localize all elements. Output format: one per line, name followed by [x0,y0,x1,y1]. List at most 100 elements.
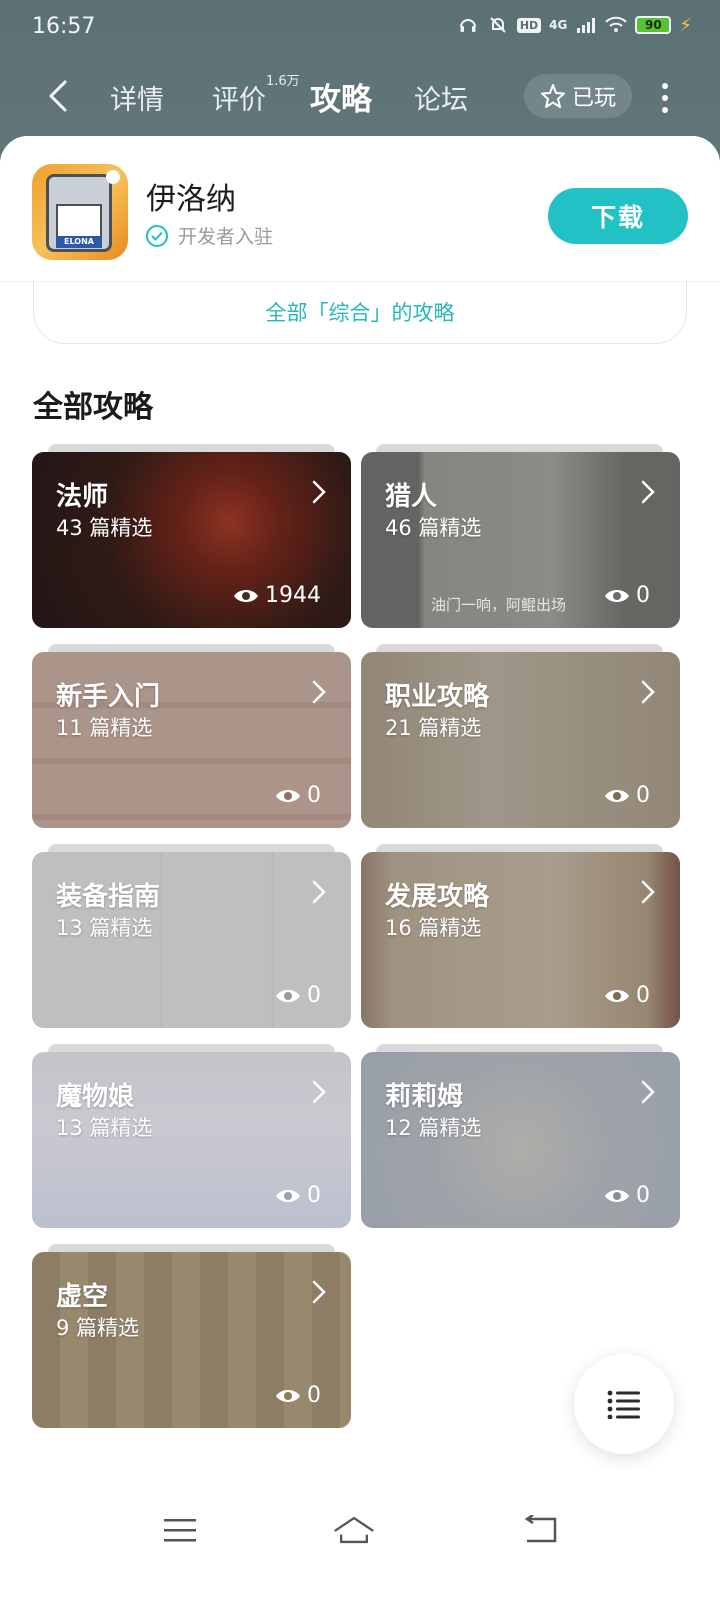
played-label: 已玩 [571,86,616,111]
top-nav: 详情 评价 1.6万 攻略 论坛 已玩 [0,60,720,136]
card-title: 莉莉姆 [385,1082,464,1112]
card-title: 法师 [56,482,109,512]
card-title: 职业攻略 [385,682,490,712]
card-views: 1944 [233,583,321,608]
back-button[interactable] [38,76,78,116]
guide-card-newbie[interactable]: 新手入门 11 篇精选 0 [32,652,351,828]
battery-indicator: 90 [635,16,672,34]
app-icon[interactable]: ELONA [32,164,128,260]
signal-icon [575,14,597,36]
card-views-count: 1944 [265,583,321,608]
app-name: 伊洛纳 [146,182,236,217]
played-button[interactable]: 已玩 [524,74,632,118]
eye-icon [605,989,629,1002]
card-views: 0 [275,1383,321,1408]
card-count: 11 篇精选 [56,716,153,740]
all-combined-guides-button[interactable]: 全部「综合」的攻略 [33,280,687,344]
developer-badge: 开发者入驻 [146,222,273,249]
tab-forum[interactable]: 论坛 [414,78,468,117]
download-button[interactable]: 下载 [548,188,688,244]
chevron-right-icon [307,478,331,506]
card-count: 9 篇精选 [56,1316,140,1340]
card-count: 12 篇精选 [385,1116,482,1140]
chevron-right-icon [307,878,331,906]
guide-card-hunter[interactable]: 油门一响，阿鲲出场 猎人 46 篇精选 0 [361,452,680,628]
card-count: 13 篇精选 [56,916,153,940]
card-views-count: 0 [307,1383,321,1408]
chevron-right-icon [636,678,660,706]
card-count: 16 篇精选 [385,916,482,940]
card-count: 13 篇精选 [56,1116,153,1140]
chevron-right-icon [307,1078,331,1106]
recent-apps-button[interactable] [158,1510,202,1550]
tab-details[interactable]: 详情 [110,78,164,117]
charging-icon: ⚡ [679,14,692,36]
app-icon-logo: ELONA [56,236,102,248]
eye-icon [605,789,629,802]
card-views-count: 0 [636,983,650,1008]
section-title: 全部攻略 [33,390,153,425]
reviews-count: 1.6万 [266,74,300,89]
card-title: 新手入门 [56,682,161,712]
headphones-icon [457,14,479,36]
tab-reviews[interactable]: 评价 [212,78,266,117]
card-views: 0 [604,783,650,808]
eye-icon [276,989,300,1002]
list-icon [607,1390,640,1419]
chevron-right-icon [307,1278,331,1306]
eye-icon [605,1189,629,1202]
home-button[interactable] [332,1510,376,1550]
guide-card-career[interactable]: 职业攻略 21 篇精选 0 [361,652,680,828]
chevron-right-icon [636,878,660,906]
app-header: ELONA 伊洛纳 开发者入驻 下载 [0,136,720,282]
chevron-right-icon [307,678,331,706]
tab-guides[interactable]: 攻略 [310,74,372,119]
dot-icon [662,95,668,101]
star-outline-icon [540,84,565,108]
dot-icon [662,107,668,113]
eye-icon [605,589,629,602]
card-views: 0 [604,1183,650,1208]
guide-card-equipment[interactable]: 装备指南 13 篇精选 0 [32,852,351,1028]
card-title: 发展攻略 [385,882,490,912]
back-nav-button[interactable] [518,1510,562,1550]
guide-card-mage[interactable]: 法师 43 篇精选 1944 [32,452,351,628]
eye-icon [276,789,300,802]
card-views: 0 [275,783,321,808]
hd-badge: HD [516,17,542,33]
eye-icon [276,1189,300,1202]
chevron-right-icon [636,1078,660,1106]
home-icon [334,1516,374,1544]
card-views: 0 [604,583,650,608]
wifi-icon [605,14,628,36]
guide-card-void[interactable]: 虚空 9 篇精选 0 [32,1252,351,1428]
eye-icon [276,1389,300,1402]
card-views: 0 [604,983,650,1008]
card-count: 21 篇精选 [385,716,482,740]
chevron-right-icon [636,478,660,506]
card-views: 0 [275,1183,321,1208]
check-circle-icon [146,224,168,247]
dot-icon [662,83,668,89]
eye-icon [234,589,258,602]
card-title: 猎人 [385,482,438,512]
card-views-count: 0 [307,983,321,1008]
card-count: 43 篇精选 [56,516,153,540]
card-views-count: 0 [307,783,321,808]
network-label: 4G [549,18,568,32]
card-views-count: 0 [636,783,650,808]
return-icon [524,1515,557,1543]
developer-badge-label: 开发者入驻 [178,226,274,248]
guide-card-lilim[interactable]: 莉莉姆 12 篇精选 0 [361,1052,680,1228]
table-of-contents-button[interactable] [574,1354,674,1454]
hunter-caption: 油门一响，阿鲲出场 [431,596,567,614]
card-title: 装备指南 [56,882,161,912]
guide-card-develop[interactable]: 发展攻略 16 篇精选 0 [361,852,680,1028]
more-menu-button[interactable] [650,78,680,118]
app-icon-badge [106,170,120,184]
system-navigation-bar [0,1490,720,1570]
mute-bell-icon [487,14,509,36]
guide-card-monster-girl[interactable]: 魔物娘 13 篇精选 0 [32,1052,351,1228]
status-bar: 16:57 HD 4G 90 ⚡ [0,0,720,56]
card-title: 虚空 [56,1282,109,1312]
